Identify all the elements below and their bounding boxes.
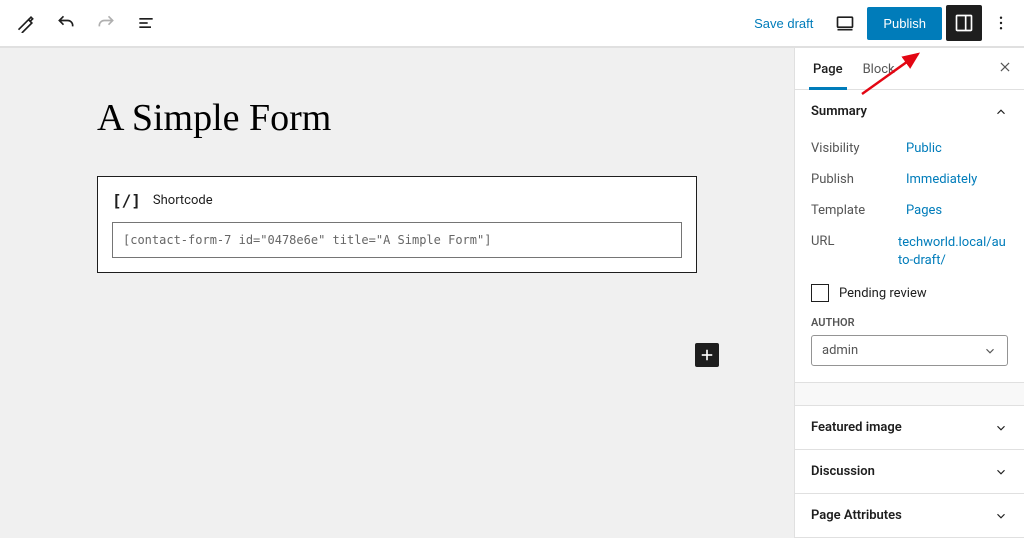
toolbar-right: Save draft Publish	[744, 5, 1016, 41]
checkbox-icon	[811, 284, 829, 302]
panel-page-attributes: Page Attributes	[795, 494, 1024, 538]
chevron-down-icon	[994, 509, 1008, 523]
shortcode-header: [/] Shortcode	[112, 191, 682, 210]
panel-featured-image-title: Featured image	[811, 420, 902, 435]
panel-summary-header[interactable]: Summary	[795, 90, 1024, 133]
top-toolbar: Save draft Publish	[0, 0, 1024, 48]
inspector-tabs: Page Block	[795, 48, 1024, 90]
panel-page-attributes-header[interactable]: Page Attributes	[795, 494, 1024, 537]
shortcode-input[interactable]	[112, 222, 682, 258]
shortcode-block[interactable]: [/] Shortcode	[97, 176, 697, 273]
page-title[interactable]: A Simple Form	[97, 96, 697, 140]
document-overview-button[interactable]	[128, 5, 164, 41]
shortcode-icon: [/]	[112, 191, 141, 210]
panel-spacer	[795, 383, 1024, 406]
preview-button[interactable]	[827, 5, 863, 41]
panel-discussion-header[interactable]: Discussion	[795, 450, 1024, 493]
publish-value[interactable]: Immediately	[906, 172, 977, 187]
pending-review-label: Pending review	[839, 286, 927, 301]
panel-featured-image-header[interactable]: Featured image	[795, 406, 1024, 449]
author-label: AUTHOR	[811, 316, 1008, 335]
publish-label: Publish	[811, 172, 906, 187]
panel-discussion: Discussion	[795, 450, 1024, 494]
tab-page[interactable]: Page	[803, 48, 853, 89]
panel-featured-image: Featured image	[795, 406, 1024, 450]
settings-toggle-button[interactable]	[946, 5, 982, 41]
close-inspector-button[interactable]	[994, 59, 1016, 78]
redo-button[interactable]	[88, 5, 124, 41]
author-select[interactable]: admin	[811, 335, 1008, 366]
add-block-button[interactable]	[695, 343, 719, 367]
editor-canvas: A Simple Form [/] Shortcode	[0, 48, 794, 538]
visibility-label: Visibility	[811, 141, 906, 156]
shortcode-label: Shortcode	[153, 193, 213, 208]
url-label: URL	[811, 234, 898, 270]
chevron-down-icon	[994, 465, 1008, 479]
undo-button[interactable]	[48, 5, 84, 41]
tab-block[interactable]: Block	[853, 48, 905, 89]
options-button[interactable]	[986, 5, 1016, 41]
template-value[interactable]: Pages	[906, 203, 942, 218]
inspector-sidebar: Page Block Summary Visibility Public Pub…	[794, 48, 1024, 538]
chevron-down-icon	[983, 344, 997, 358]
publish-button[interactable]: Publish	[867, 7, 942, 40]
chevron-up-icon	[994, 105, 1008, 119]
pending-review-checkbox[interactable]: Pending review	[811, 278, 1008, 316]
panel-summary-title: Summary	[811, 104, 867, 119]
panel-summary: Summary Visibility Public Publish Immedi…	[795, 90, 1024, 383]
save-draft-button[interactable]: Save draft	[744, 8, 823, 39]
tools-button[interactable]	[8, 5, 44, 41]
template-label: Template	[811, 203, 906, 218]
author-value: admin	[822, 343, 858, 358]
toolbar-left	[8, 5, 164, 41]
panel-page-attributes-title: Page Attributes	[811, 508, 902, 523]
chevron-down-icon	[994, 421, 1008, 435]
visibility-value[interactable]: Public	[906, 141, 942, 156]
url-value[interactable]: techworld.local/auto-draft/	[898, 234, 1008, 270]
panel-discussion-title: Discussion	[811, 464, 875, 479]
